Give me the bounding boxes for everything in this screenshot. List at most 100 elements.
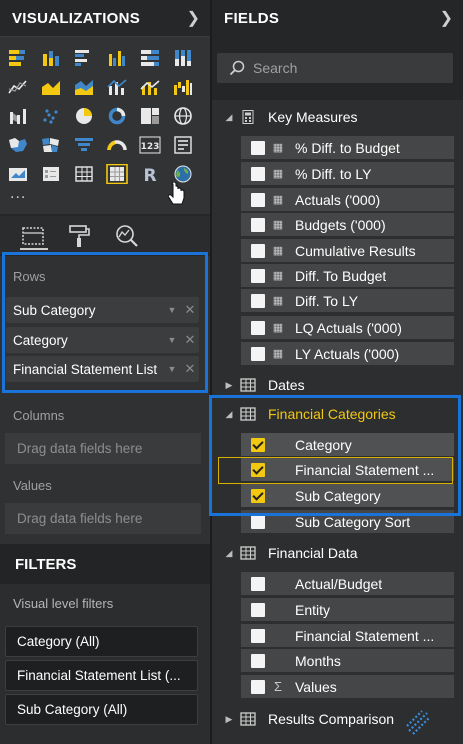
collapsed-caret-icon[interactable]: ▶ [218,714,240,725]
field-entity[interactable]: Entity [241,598,454,621]
pie-chart-icon[interactable] [72,105,96,127]
card-icon[interactable]: 123 [138,134,162,156]
checkbox-checked[interactable] [251,462,265,477]
field-diff-to-ly[interactable]: ▦ Diff. To LY [241,289,454,312]
clustered-column-icon[interactable] [105,47,129,69]
field-ly-actuals[interactable]: ▦ LY Actuals ('000) [241,342,454,365]
field-sub-category-sort[interactable]: Sub Category Sort [241,510,454,533]
waterfall-icon[interactable] [171,76,195,98]
checkbox[interactable] [251,653,265,668]
line-chart-icon[interactable] [6,76,30,98]
collapsed-caret-icon[interactable]: ▶ [218,380,240,391]
expand-caret-icon[interactable]: ◢ [218,548,240,559]
checkbox[interactable] [251,268,265,283]
field-sub-category[interactable]: Sub Category [241,484,454,507]
values-well-label: Values [13,478,52,493]
expand-caret-icon[interactable]: ◢ [218,409,240,420]
field-values[interactable]: Σ Values [241,675,454,698]
values-drop-zone[interactable]: Drag data fields here [5,503,201,534]
remove-field-icon[interactable]: ✕ [181,332,199,348]
table-icon[interactable] [72,163,96,185]
field-financial-statement-data[interactable]: Financial Statement ... [241,624,454,647]
donut-chart-icon[interactable] [105,105,129,127]
gauge-icon[interactable] [105,134,129,156]
field-budgets[interactable]: ▦ Budgets ('000) [241,213,454,236]
ribbon-chart-icon[interactable] [6,105,30,127]
collapse-fields-chevron-icon[interactable]: ❯ [440,8,453,28]
checkbox[interactable] [251,602,265,617]
checkbox[interactable] [251,293,265,308]
100pct-bar-icon[interactable] [138,47,162,69]
field-diff-to-budget[interactable]: ▦ Diff. To Budget [241,264,454,287]
checkbox[interactable] [251,346,265,361]
field-pct-diff-to-budget[interactable]: ▦ % Diff. to Budget [241,136,454,159]
checkbox[interactable] [251,679,265,694]
columns-drop-zone[interactable]: Drag data fields here [5,433,201,464]
table-grid-icon [240,712,256,726]
map-icon[interactable] [171,105,195,127]
chevron-down-icon[interactable]: ▼ [163,305,181,315]
collapse-visualizations-chevron-icon[interactable]: ❯ [187,8,200,28]
expand-caret-icon[interactable]: ◢ [218,112,240,123]
checkbox[interactable] [251,140,265,155]
table-key-measures[interactable]: ◢ Key Measures [212,104,463,130]
field-lq-actuals[interactable]: ▦ LQ Actuals ('000) [241,316,454,339]
fields-tool-icon[interactable] [20,224,46,248]
checkbox-checked[interactable] [251,437,265,452]
r-visual-icon[interactable]: R [138,163,162,185]
chevron-down-icon[interactable]: ▼ [163,335,181,345]
field-category[interactable]: Category [241,433,454,456]
scatter-chart-icon[interactable] [39,105,63,127]
measure-calculator-icon: ▦ [272,322,284,334]
field-actuals[interactable]: ▦ Actuals ('000) [241,188,454,211]
field-months[interactable]: Months [241,649,454,672]
table-name: Dates [268,377,305,393]
area-chart-icon[interactable] [39,76,63,98]
checkbox[interactable] [251,320,265,335]
rows-field-financial-statement-list[interactable]: Financial Statement List ▼ ✕ [6,356,199,382]
shape-map-icon[interactable] [39,134,63,156]
table-financial-categories[interactable]: ◢ Financial Categories [212,401,463,427]
line-stacked-column-icon[interactable] [138,76,162,98]
checkbox[interactable] [251,514,265,529]
filter-card-financial-statement-list[interactable]: Financial Statement List (... [5,660,198,691]
field-financial-statement[interactable]: Financial Statement ... [241,458,454,481]
100pct-column-icon[interactable] [171,47,195,69]
rows-field-category[interactable]: Category ▼ ✕ [6,327,199,353]
slicer-icon[interactable] [39,163,63,185]
checkbox[interactable] [251,217,265,232]
checkbox[interactable] [251,243,265,258]
kpi-icon[interactable] [6,163,30,185]
funnel-icon[interactable] [72,134,96,156]
clustered-bar-icon[interactable] [72,47,96,69]
filled-map-icon[interactable] [6,134,30,156]
filter-card-category[interactable]: Category (All) [5,626,198,657]
remove-field-icon[interactable]: ✕ [181,302,199,318]
line-column-icon[interactable] [105,76,129,98]
checkbox-checked[interactable] [251,488,265,503]
matrix-icon[interactable] [105,163,129,185]
checkbox[interactable] [251,628,265,643]
more-visuals-button[interactable]: ... [10,186,26,202]
field-cumulative-results[interactable]: ▦ Cumulative Results [241,239,454,262]
svg-text:123: 123 [141,142,160,152]
filter-card-sub-category[interactable]: Sub Category (All) [5,694,198,725]
multi-row-card-icon[interactable] [171,134,195,156]
table-dates[interactable]: ▶ Dates [212,372,463,398]
format-paint-roller-icon[interactable] [66,224,92,248]
stacked-column-icon[interactable] [39,47,63,69]
field-pct-diff-to-ly[interactable]: ▦ % Diff. to LY [241,162,454,185]
checkbox[interactable] [251,192,265,207]
field-actual-budget[interactable]: Actual/Budget [241,572,454,595]
stacked-area-icon[interactable] [72,76,96,98]
checkbox[interactable] [251,576,265,591]
analytics-magnifier-icon[interactable] [114,224,140,248]
treemap-icon[interactable] [138,105,162,127]
table-financial-data[interactable]: ◢ Financial Data [212,540,463,566]
remove-field-icon[interactable]: ✕ [181,361,199,377]
rows-field-sub-category[interactable]: Sub Category ▼ ✕ [6,297,199,323]
chevron-down-icon[interactable]: ▼ [163,364,181,374]
checkbox[interactable] [251,166,265,181]
fields-search-input[interactable]: Search [217,53,453,83]
stacked-bar-icon[interactable] [6,47,30,69]
